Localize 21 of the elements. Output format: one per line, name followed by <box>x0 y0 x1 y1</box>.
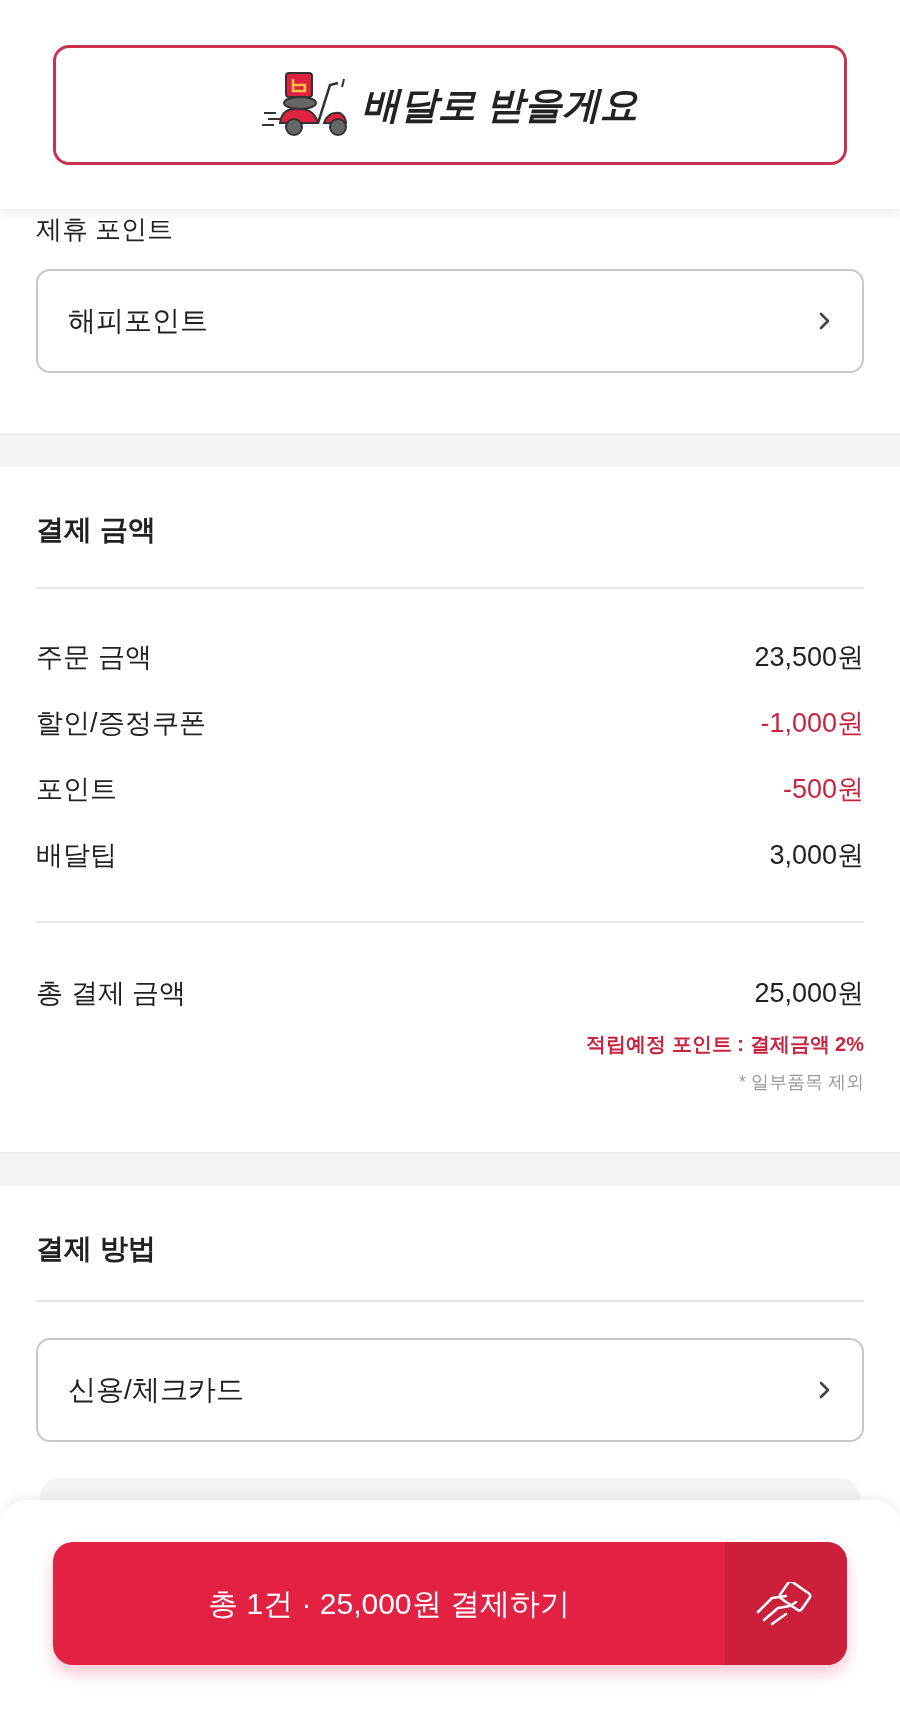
delivery-button[interactable]: 배달로 받을게요 <box>53 45 847 165</box>
chevron-right-icon <box>818 1380 832 1400</box>
amount-label: 포인트 <box>36 772 117 806</box>
pay-button[interactable]: 총 1건 · 25,000원 결제하기 <box>53 1542 847 1665</box>
amount-label: 배달팁 <box>36 838 117 872</box>
section-title: 결제 방법 <box>36 1232 157 1266</box>
section-label: 제휴 포인트 <box>36 213 175 246</box>
point-selector[interactable]: 해피포인트 <box>36 269 864 373</box>
amount-value: -500원 <box>782 772 864 806</box>
chevron-right-icon <box>818 311 832 331</box>
exclusion-note: * 일부품목 제외 <box>739 1071 864 1094</box>
amount-value: 23,500원 <box>754 640 864 674</box>
amount-label: 주문 금액 <box>36 640 152 674</box>
amount-value: 3,000원 <box>769 838 864 872</box>
amount-label: 할인/증정쿠폰 <box>36 706 206 740</box>
payment-method-selector[interactable]: 신용/체크카드 <box>36 1338 864 1442</box>
section-title: 결제 금액 <box>36 513 157 547</box>
reward-note: 적립예정 포인트 : 결제금액 2% <box>586 1032 864 1057</box>
total-value: 25,000원 <box>754 976 864 1010</box>
total-label: 총 결제 금액 <box>36 976 186 1010</box>
amount-value: -1,000원 <box>760 706 864 740</box>
